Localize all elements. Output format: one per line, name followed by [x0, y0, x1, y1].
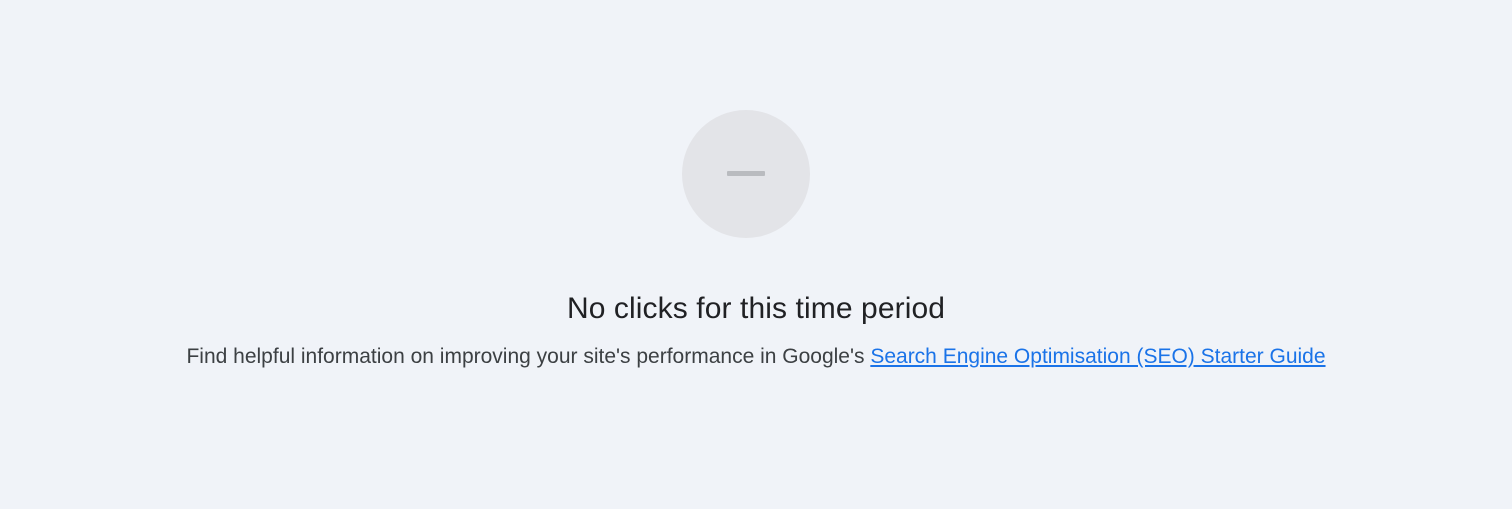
empty-state-description: Find helpful information on improving yo…	[0, 343, 1512, 371]
empty-state-icon-circle	[682, 110, 810, 238]
seo-starter-guide-link[interactable]: Search Engine Optimisation (SEO) Starter…	[870, 345, 1325, 368]
empty-state: No clicks for this time period Find help…	[0, 0, 1512, 509]
empty-state-title: No clicks for this time period	[566, 292, 946, 325]
empty-state-description-text: Find helpful information on improving yo…	[186, 345, 871, 368]
minus-icon	[727, 171, 765, 176]
